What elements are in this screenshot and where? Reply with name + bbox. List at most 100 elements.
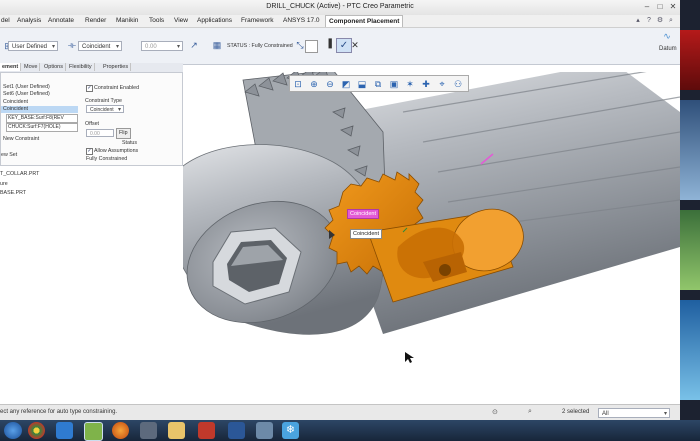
- taskbar: ❄: [0, 420, 700, 441]
- new-constraint-link[interactable]: New Constraint: [3, 136, 39, 142]
- help-icon[interactable]: ?: [645, 17, 653, 25]
- allow-assumptions-label: Allow Assumptions: [94, 148, 139, 154]
- background-desktop: [680, 0, 700, 441]
- tab-ansys[interactable]: ANSYS 17.0: [283, 17, 320, 24]
- refit-icon[interactable]: ⊡: [292, 78, 304, 90]
- constraint-label-pink[interactable]: Coincident: [347, 209, 379, 219]
- constraint-set-item[interactable]: Set6 (User Defined): [3, 91, 50, 97]
- toggle-box[interactable]: [305, 40, 318, 53]
- minimize-icon[interactable]: ▴: [634, 17, 642, 25]
- datum-label: Datum: [659, 46, 677, 52]
- gear-icon[interactable]: ⚙: [656, 17, 664, 25]
- status-header: Status: [122, 140, 138, 146]
- constraint-label-white[interactable]: Coincident: [350, 229, 382, 239]
- window-title: DRILL_CHUCK (Active) - PTC Creo Parametr…: [266, 3, 414, 10]
- constraint-header: Coincident: [3, 99, 29, 105]
- cancel-icon[interactable]: ✕: [349, 39, 361, 51]
- selected-constraint: Coincident: [3, 106, 29, 112]
- tab-properties[interactable]: Properties: [101, 63, 132, 71]
- tab-framework[interactable]: Framework: [241, 17, 274, 24]
- selected-constraint-row[interactable]: Coincident: [1, 106, 78, 113]
- tab-tools[interactable]: Tools: [149, 17, 164, 24]
- close-icon[interactable]: ✕: [668, 2, 678, 12]
- status-text: STATUS : Fully Constrained: [227, 43, 293, 49]
- tree-item[interactable]: BASE.PRT: [0, 190, 26, 196]
- spin-center-icon[interactable]: ✚: [420, 78, 432, 90]
- constraint-type-dropdown[interactable]: Coincident ▾: [86, 105, 124, 113]
- repaint-icon[interactable]: ◩: [340, 78, 352, 90]
- folder-icon[interactable]: [168, 422, 185, 439]
- search-icon[interactable]: ⌕: [667, 17, 675, 25]
- flip-button[interactable]: Flip: [116, 128, 131, 139]
- ribbon-tabs: del Analysis Annotate Render Manikin Too…: [0, 15, 680, 28]
- view-normal-icon[interactable]: ⬓: [356, 78, 368, 90]
- tab-model[interactable]: del: [1, 17, 10, 24]
- allow-assumptions-checkbox[interactable]: ✓: [86, 148, 93, 155]
- annotation-display-icon[interactable]: ⌖: [436, 78, 448, 90]
- graphics-viewport[interactable]: Coincident Coincident ⊡ ⊕ ⊖ ◩ ⬓ ⧉ ▣ ✶ ✚ …: [183, 72, 680, 404]
- snowflake-icon[interactable]: ❄: [282, 422, 299, 439]
- constraint-set-item[interactable]: Set1 (User Defined): [3, 84, 50, 90]
- tab-move[interactable]: Move: [22, 63, 41, 71]
- tab-annotate[interactable]: Annotate: [48, 17, 74, 24]
- media-player-icon[interactable]: [140, 422, 157, 439]
- selection-filter[interactable]: All ▾: [598, 408, 670, 418]
- constraint-enabled-checkbox[interactable]: ✓: [86, 85, 93, 92]
- zoom-out-icon[interactable]: ⊖: [324, 78, 336, 90]
- start-button[interactable]: [4, 422, 22, 439]
- tool-icon[interactable]: [256, 422, 273, 439]
- reference-field[interactable]: KEY_BASE:Surf:F8(REV: [6, 114, 78, 123]
- offset-field[interactable]: 0.00: [86, 129, 114, 137]
- desktop-thumbnail: [680, 100, 700, 200]
- status-bar: ect any reference for auto type constrai…: [0, 404, 680, 421]
- firefox-icon[interactable]: [112, 422, 129, 439]
- chrome-icon[interactable]: [28, 422, 45, 439]
- tree-item[interactable]: ure: [0, 181, 8, 187]
- new-set-link[interactable]: ew Set: [1, 152, 17, 158]
- acrobat-icon[interactable]: [198, 422, 215, 439]
- flip-icon[interactable]: ↗: [188, 39, 200, 51]
- word-icon[interactable]: [228, 422, 245, 439]
- display-style-icon[interactable]: ▣: [388, 78, 400, 90]
- saved-views-icon[interactable]: ⧉: [372, 78, 384, 90]
- constraint-type-select[interactable]: Coincident ▾: [78, 41, 122, 51]
- tab-view[interactable]: View: [174, 17, 188, 24]
- tree-item[interactable]: T_COLLAR.PRT: [0, 171, 39, 177]
- placement-dashboard: ⊞ User Defined▾ ⟛ Coincident▾ 0.00▾ ↗ ▦ …: [0, 28, 680, 65]
- constraint-set-select[interactable]: User Defined ▾: [8, 41, 58, 51]
- constraint-enabled-label: Constraint Enabled: [94, 85, 140, 91]
- mouse-cursor: [405, 352, 414, 363]
- reference-field[interactable]: CHUCK:Surf:F7(HOLE): [6, 123, 78, 132]
- tab-analysis[interactable]: Analysis: [17, 17, 41, 24]
- tab-flexibility[interactable]: Flexibility: [67, 63, 95, 71]
- selection-count: 2 selected: [562, 409, 590, 415]
- offset-label: Offset: [85, 121, 100, 127]
- title-bar: DRILL_CHUCK (Active) - PTC Creo Parametr…: [0, 0, 680, 16]
- datum-display-icon[interactable]: ✶: [404, 78, 416, 90]
- find-icon[interactable]: ⌕: [528, 408, 532, 416]
- minimize-icon[interactable]: –: [642, 2, 652, 12]
- offset-input[interactable]: 0.00 ▾: [141, 41, 183, 51]
- constraint-type-label: Constraint Type: [85, 98, 123, 104]
- tab-manikin[interactable]: Manikin: [116, 17, 138, 24]
- tab-render[interactable]: Render: [85, 17, 106, 24]
- appearance-icon[interactable]: ⚇: [452, 78, 464, 90]
- status-message: ect any reference for auto type constrai…: [0, 409, 118, 415]
- zoom-in-icon[interactable]: ⊕: [308, 78, 320, 90]
- datum-icon[interactable]: ∿: [661, 30, 673, 42]
- graphics-icon[interactable]: ⊙: [492, 408, 498, 416]
- placement-icon[interactable]: ▦: [211, 39, 223, 51]
- tab-placement[interactable]: ement: [0, 63, 22, 71]
- placement-status: Fully Constrained: [86, 156, 128, 162]
- tab-applications[interactable]: Applications: [197, 17, 232, 24]
- placement-panel: Set1 (User Defined) Set6 (User Defined) …: [0, 72, 183, 166]
- tab-component-placement[interactable]: Component Placement: [325, 15, 404, 27]
- creo-icon[interactable]: [84, 422, 103, 441]
- view-toolbar: ⊡ ⊕ ⊖ ◩ ⬓ ⧉ ▣ ✶ ✚ ⌖ ⚇: [289, 75, 469, 92]
- tab-options[interactable]: Options: [42, 63, 66, 71]
- reference-text: KEY_BASE:Surf:F8(REV: [8, 115, 64, 121]
- assembly-model[interactable]: [183, 72, 680, 404]
- set-type-icon: ⟛: [67, 40, 77, 50]
- maximize-icon[interactable]: □: [655, 2, 665, 12]
- ie-icon[interactable]: [56, 422, 73, 439]
